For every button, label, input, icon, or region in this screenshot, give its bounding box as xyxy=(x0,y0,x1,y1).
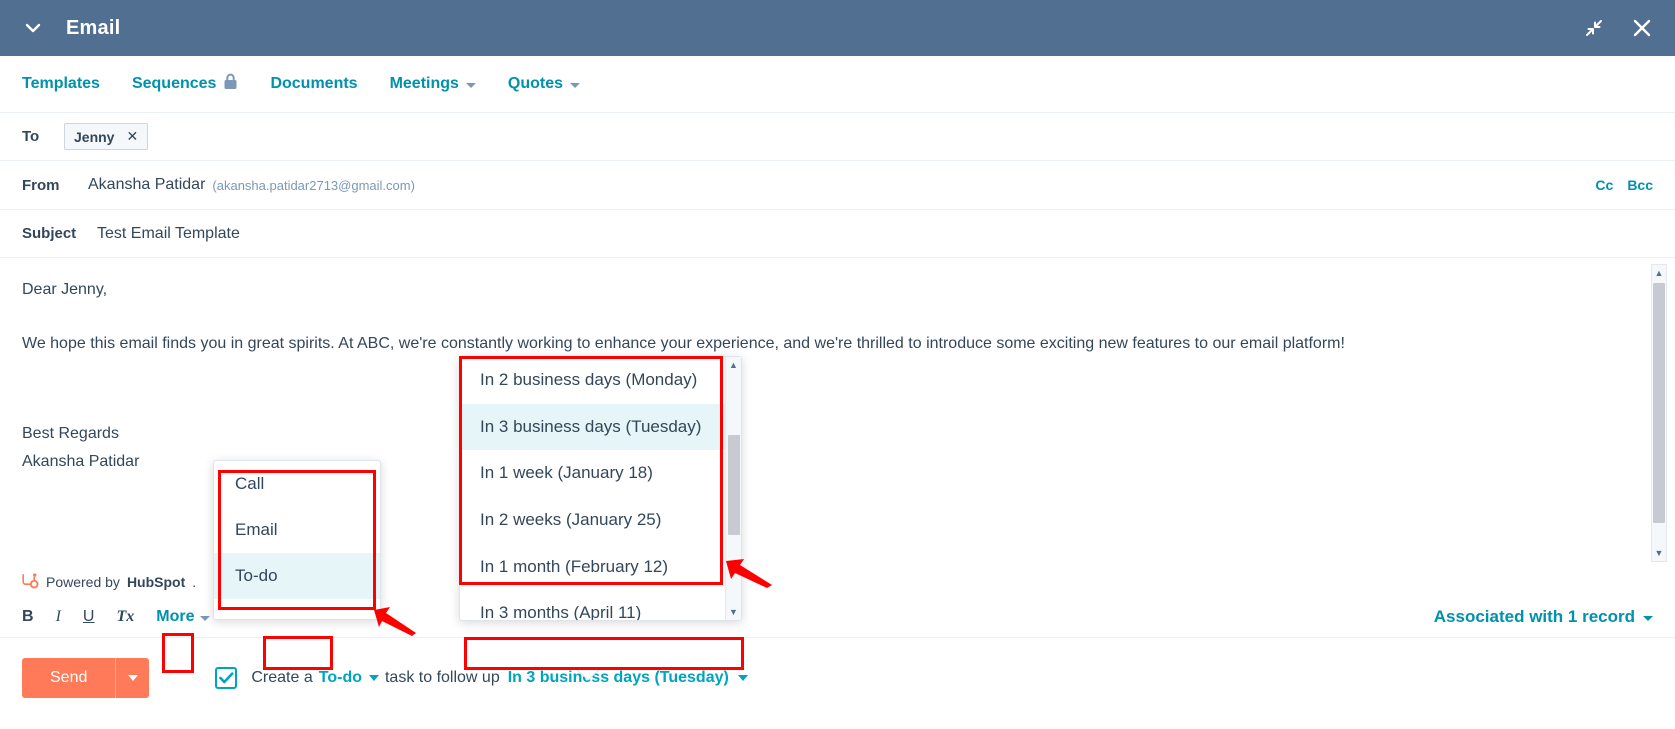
more-label: More xyxy=(156,607,195,625)
powered-suffix: . xyxy=(192,574,197,590)
window-title: Email xyxy=(66,16,121,39)
pointer-arrow-task-dropdown xyxy=(374,607,416,636)
create-task-checkbox[interactable] xyxy=(215,667,238,689)
due-date-value: In 3 business days (Tuesday) xyxy=(507,669,729,686)
subject-label: Subject xyxy=(22,225,77,242)
scroll-up-icon[interactable]: ▲ xyxy=(726,357,741,373)
send-options-chevron-icon[interactable] xyxy=(115,658,150,698)
hubspot-brand[interactable]: HubSpot xyxy=(127,574,185,590)
send-button-group: Send xyxy=(22,658,150,698)
send-button[interactable]: Send xyxy=(22,658,116,698)
cc-button[interactable]: Cc xyxy=(1595,177,1613,193)
associated-records-button[interactable]: Associated with 1 record xyxy=(1434,607,1653,627)
window-titlebar: Email xyxy=(0,0,1675,56)
nav-item-documents[interactable]: Documents xyxy=(270,75,357,93)
due-date-option-list: In 2 business days (Monday) In 3 busines… xyxy=(460,357,725,620)
task-type-option-call[interactable]: Call xyxy=(214,461,380,507)
scrollbar-thumb[interactable] xyxy=(728,435,740,535)
nav-item-sequences[interactable]: Sequences xyxy=(132,73,238,95)
pointer-arrow-date-dropdown xyxy=(726,559,772,588)
followup-checkbox-wrap xyxy=(215,667,238,689)
close-icon[interactable]: ✕ xyxy=(126,128,138,145)
nav-label: Meetings xyxy=(389,75,459,92)
from-row: From Akansha Patidar (akansha.patidar271… xyxy=(0,161,1675,210)
scrollbar-thumb[interactable] xyxy=(1653,283,1665,523)
bold-button[interactable]: B xyxy=(22,608,34,626)
body-scrollbar[interactable]: ▲ ▼ xyxy=(1651,264,1667,562)
chevron-down-icon xyxy=(1643,615,1653,621)
due-date-option-3[interactable]: In 2 weeks (January 25) xyxy=(460,497,725,544)
lock-icon xyxy=(223,73,238,95)
scroll-down-icon[interactable]: ▼ xyxy=(1652,545,1666,561)
chevron-down-icon xyxy=(200,615,211,621)
nav-item-quotes[interactable]: Quotes xyxy=(507,75,581,93)
nav-label: Sequences xyxy=(131,75,217,92)
powered-prefix: Powered by xyxy=(46,574,120,590)
chevron-down-icon xyxy=(368,675,379,681)
chevron-down-icon xyxy=(465,83,476,88)
followup-task-controls: Create a To-do task to follow up In 3 bu… xyxy=(215,667,748,689)
compose-footer: Send Create a To-do task to follow up In… xyxy=(0,638,1675,718)
subject-row: Subject Test Email Template xyxy=(0,210,1675,258)
chevron-down-icon xyxy=(570,83,581,88)
nav-label: Templates xyxy=(22,75,100,92)
nav-label: Quotes xyxy=(507,75,564,92)
from-name[interactable]: Akansha Patidar xyxy=(88,176,205,194)
cc-bcc-group: Cc Bcc xyxy=(1595,177,1653,193)
hubspot-sprocket-icon xyxy=(22,572,39,592)
underline-button[interactable]: U xyxy=(83,608,95,626)
bcc-button[interactable]: Bcc xyxy=(1627,177,1653,193)
create-task-prefix: Create a xyxy=(251,669,313,686)
nav-item-meetings[interactable]: Meetings xyxy=(390,75,476,93)
nav-item-templates[interactable]: Templates xyxy=(22,75,100,93)
task-type-dropdown[interactable]: Call Email To-do xyxy=(213,460,381,620)
due-date-option-4[interactable]: In 1 month (February 12) xyxy=(460,543,725,590)
due-date-option-0[interactable]: In 2 business days (Monday) xyxy=(460,357,725,404)
tool-nav: Templates Sequences Documents Meetings Q… xyxy=(0,56,1675,113)
subject-input[interactable]: Test Email Template xyxy=(97,225,240,243)
due-date-dropdown[interactable]: In 2 business days (Monday) In 3 busines… xyxy=(459,356,742,621)
due-date-select[interactable]: In 3 business days (Tuesday) xyxy=(508,669,748,687)
italic-button[interactable]: I xyxy=(56,608,61,626)
scroll-up-icon[interactable]: ▲ xyxy=(1652,265,1666,281)
chevron-down-icon[interactable] xyxy=(22,17,44,39)
to-label: To xyxy=(22,128,40,145)
from-label: From xyxy=(22,176,60,194)
body-paragraph: We hope this email finds you in great sp… xyxy=(22,335,1345,352)
chevron-down-icon xyxy=(737,675,748,681)
window-controls xyxy=(1583,17,1653,39)
body-greeting: Dear Jenny, xyxy=(22,281,108,298)
due-date-option-1[interactable]: In 3 business days (Tuesday) xyxy=(460,403,725,451)
recipient-name: Jenny xyxy=(74,128,115,145)
create-task-suffix: task to follow up xyxy=(384,669,500,686)
due-date-option-2[interactable]: In 1 week (January 18) xyxy=(460,450,725,497)
clear-formatting-icon[interactable]: Tx xyxy=(116,608,134,626)
due-date-option-5[interactable]: In 3 months (April 11) xyxy=(460,590,725,620)
minimize-icon[interactable] xyxy=(1583,17,1605,39)
body-signoff: Best Regards xyxy=(22,425,119,442)
associated-label: Associated with 1 record xyxy=(1433,606,1635,626)
more-formatting-button[interactable]: More xyxy=(156,607,211,626)
task-type-value: To-do xyxy=(318,669,362,686)
close-icon[interactable] xyxy=(1631,17,1653,39)
from-email: (akansha.patidar2713@gmail.com) xyxy=(212,177,415,193)
task-type-select[interactable]: To-do xyxy=(319,669,379,687)
dropdown-pointer-tail xyxy=(575,668,601,681)
task-type-option-email[interactable]: Email xyxy=(214,507,380,553)
task-type-option-todo[interactable]: To-do xyxy=(214,553,380,599)
scroll-down-icon[interactable]: ▼ xyxy=(726,604,741,620)
recipient-chip-jenny[interactable]: Jenny ✕ xyxy=(64,123,149,150)
recipient-row: To Jenny ✕ xyxy=(0,113,1675,161)
nav-label: Documents xyxy=(270,75,358,92)
